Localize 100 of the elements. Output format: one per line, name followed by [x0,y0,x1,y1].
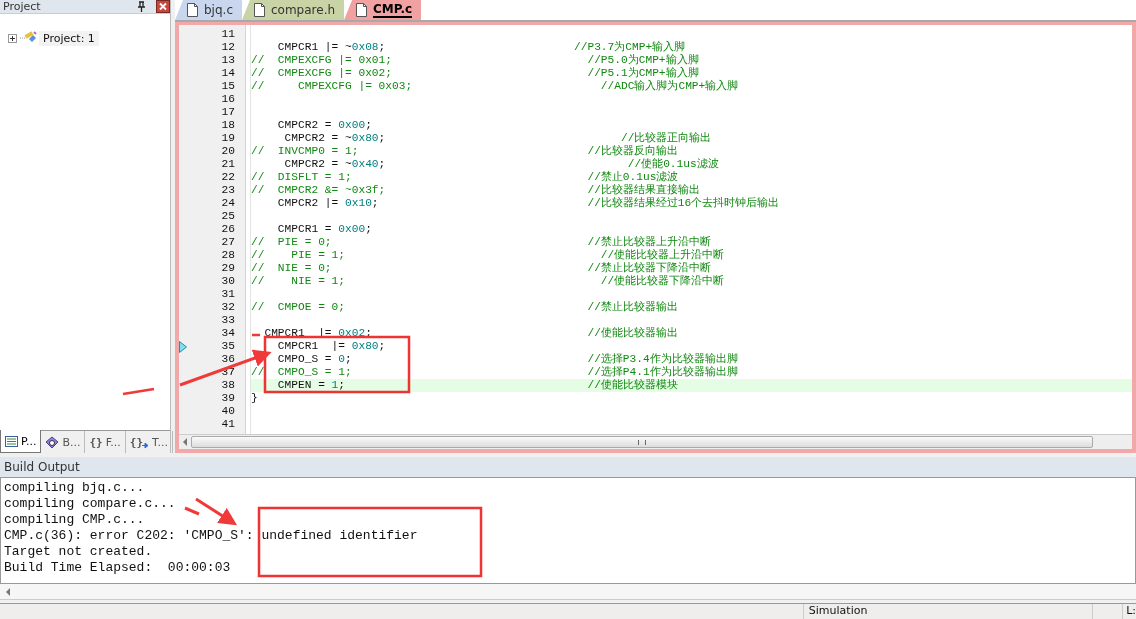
code-comment: //禁止0.1us滤波 [586,171,679,184]
panel-tab[interactable]: {} T... [125,431,173,453]
line-number: 29 [221,262,235,275]
code-text: CMPCR1 |= ~0x08; [277,41,386,54]
code-text: // PIE = 0; [251,236,332,249]
file-tab[interactable]: compare.h [242,0,345,20]
scroll-left-icon[interactable] [6,587,10,596]
code-comment: //ADC输入脚为CMP+输入脚 [599,80,739,93]
annotation-mark [252,333,260,337]
code-comment: //禁止比较器输出 [586,301,678,314]
code-text: // CMPEXCFG |= 0x01; [251,54,392,67]
panel-tab[interactable]: {} F... [85,431,126,453]
code-text: CMPCR2 = ~0x40; [284,158,386,171]
line-number: 18 [221,119,235,132]
output-line: compiling compare.c... [4,496,176,512]
line-number: 24 [221,197,235,210]
line-number: 34 [221,327,235,340]
code-comment: //比较器正向输出 [620,132,712,145]
code-text: CMPCR2 = ~0x80; [284,132,386,145]
code-comment: //比较器结果经过16个去抖时钟后输出 [586,197,780,210]
line-number: 12 [221,41,235,54]
code-text: CMPO_S = 0; [277,353,352,366]
code-text: // INVCMP0 = 1; [251,145,359,158]
code-comment: //使能0.1us滤波 [626,158,719,171]
code-comment: //使能比较器输出 [586,327,678,340]
line-number: 11 [221,28,235,41]
annotation-mark [122,387,155,396]
panel-tab[interactable]: P... [0,430,42,453]
file-tab[interactable]: CMP.c [344,0,422,20]
code-text: // CMPEXCFG |= 0x03; [251,80,413,93]
code-comment: //选择P4.1作为比较器输出脚 [586,366,738,379]
line-number: 19 [221,132,235,145]
pin-icon[interactable] [137,1,146,12]
code-text: CMPCR2 |= 0x10; [277,197,379,210]
braces-icon: {} [89,435,103,449]
horizontal-scrollbar[interactable] [179,434,1132,449]
line-number: 14 [221,67,235,80]
code-text: // CMPOE = 0; [251,301,345,314]
code-text: CMPCR1 |= 0x80; [277,340,386,353]
code-text: } [251,392,258,405]
code-text: // PIE = 1; [251,249,345,262]
status-text: Simulation [803,604,1094,619]
line-number: 33 [221,314,235,327]
code-text: // CMPO_S = 1; [251,366,352,379]
code-comment: //选择P3.4作为比较器输出脚 [586,353,738,366]
code-text: // NIE = 0; [251,262,332,275]
panel-tab[interactable]: B... [41,431,86,453]
line-number: 38 [221,379,235,392]
code-comment: //比较器反向输出 [586,145,678,158]
annotation-mark [184,506,200,516]
annotation-arrow [195,497,238,526]
line-number: 36 [221,353,235,366]
expand-icon[interactable] [8,33,17,43]
line-number: 22 [221,171,235,184]
list-icon [5,435,18,447]
line-number: 28 [221,249,235,262]
code-comment: //使能比较器上升沿中断 [599,249,725,262]
line-number: 40 [221,405,235,418]
braces-icon: {} [129,435,144,449]
status-text: L: [1125,604,1136,619]
arrow-icon [142,441,150,449]
line-number: 17 [221,106,235,119]
code-text: CMPCR2 = 0x00; [277,119,372,132]
line-number: 39 [221,392,235,405]
line-number: 16 [221,93,235,106]
file-icon [187,3,198,17]
horizontal-scrollbar[interactable] [0,584,1136,600]
line-number: 25 [221,210,235,223]
scrollbar-thumb[interactable] [191,436,1093,448]
code-text: // CMPEXCFG |= 0x02; [251,67,392,80]
output-line: Build Time Elapsed: 00:00:03 [4,560,231,576]
code-comment: //P5.1为CMP+输入脚 [586,67,699,80]
line-number: 30 [221,275,235,288]
code-text: // DISFLT = 1; [251,171,352,184]
project-tree-item[interactable]: Project: 1 [39,30,99,46]
close-icon[interactable] [156,0,170,13]
line-number: 27 [221,236,235,249]
line-number: 15 [221,80,235,93]
scroll-left-icon[interactable] [183,438,187,446]
line-number: 13 [221,54,235,67]
panel-title: Build Output [0,457,1136,477]
output-line: CMP.c(36): error C202: 'CMPO_S': undefined identifier [4,528,418,544]
code-text: CMPCR1 = 0x00; [277,223,372,236]
code-comment: //比较器结果直接输出 [586,184,700,197]
file-icon [254,3,265,17]
line-number: 23 [221,184,235,197]
output-line: compiling CMP.c... [4,512,145,528]
line-number: 35 [221,340,235,353]
line-number: 20 [221,145,235,158]
line-number: 31 [221,288,235,301]
output-line: compiling bjq.c... [4,480,145,496]
code-comment: //禁止比较器上升沿中断 [586,236,711,249]
line-number: 21 [221,158,235,171]
file-icon [356,3,368,17]
line-number: 32 [221,301,235,314]
code-comment: //使能比较器下降沿中断 [599,275,725,288]
output-line: Target not created. [4,544,153,560]
file-tab[interactable]: bjq.c [175,0,242,20]
code-text: // NIE = 1; [251,275,345,288]
code-comment: //使能比较器模块 [586,379,678,392]
